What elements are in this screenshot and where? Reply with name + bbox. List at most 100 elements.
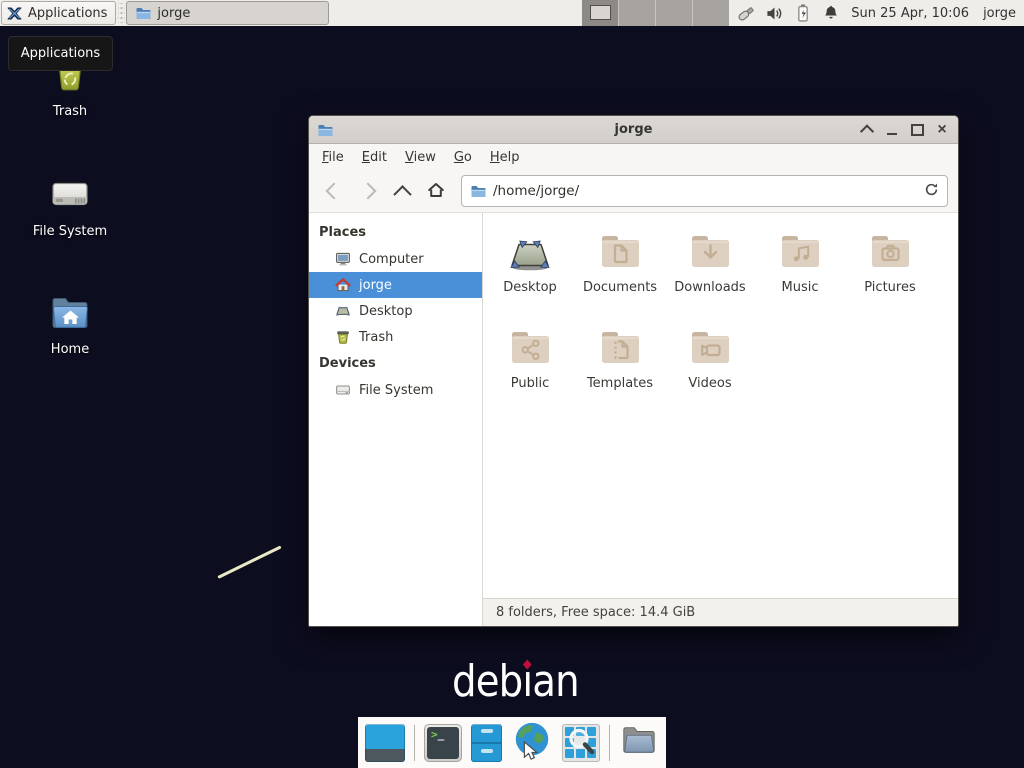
dock-item-separator [609, 725, 610, 761]
file-grid: Desktop Documents Downloads Music Pictures Pu… [483, 213, 958, 598]
username-label[interactable]: jorge [983, 6, 1016, 21]
dock-item-file-manager[interactable] [471, 724, 502, 762]
volume-icon[interactable] [765, 3, 784, 23]
sidebar-header-devices: Devices [309, 350, 482, 377]
toolbar: /home/jorge/ [309, 170, 958, 213]
file-item-label: Music [782, 280, 819, 295]
file-item-videos[interactable]: Videos [665, 323, 755, 419]
taskbar-window-button[interactable]: jorge [126, 1, 329, 25]
menu-file[interactable]: File [313, 146, 353, 169]
battery-icon[interactable] [793, 3, 812, 23]
file-item-label: Templates [587, 376, 653, 391]
back-button[interactable] [319, 176, 349, 206]
workspace-2[interactable] [619, 0, 656, 26]
titlebar[interactable]: jorge × [309, 116, 958, 144]
sidebar-item-desktop[interactable]: Desktop [309, 298, 482, 324]
menu-view[interactable]: View [396, 146, 445, 169]
path-folder-icon [470, 183, 486, 199]
terminal-icon: >_ [424, 724, 462, 762]
sidebar-item-file-system[interactable]: File System [309, 377, 482, 403]
top-panel: Applications jorge Sun 25 Apr, 10:06 jor… [0, 0, 1024, 26]
shade-button[interactable] [859, 121, 875, 139]
back-icon [326, 183, 343, 200]
taskbar-window-label: jorge [157, 6, 190, 21]
status-text: 8 folders, Free space: 14.4 GiB [496, 605, 695, 620]
file-item-templates[interactable]: Templates [575, 323, 665, 419]
reload-icon[interactable] [924, 182, 939, 201]
file-item-pictures[interactable]: Pictures [845, 227, 935, 323]
file-item-documents[interactable]: Documents [575, 227, 665, 323]
up-button[interactable] [387, 176, 417, 206]
show-desktop-icon [365, 724, 405, 762]
sidebar-item-label: jorge [359, 278, 392, 293]
file-item-desktop[interactable]: Desktop [485, 227, 575, 323]
dock: >_ [358, 717, 666, 768]
drive-mini-icon [335, 382, 351, 398]
dock-item-terminal[interactable]: >_ [424, 724, 462, 762]
maximize-icon [911, 124, 924, 136]
file-item-label: Pictures [864, 280, 915, 295]
dock-item-separator [414, 725, 415, 761]
folder-icon [776, 227, 824, 275]
home-folder-big-icon [46, 288, 94, 336]
file-manager-window: jorge × FileEditViewGoHelp /home/jorge/ … [308, 115, 959, 627]
clock[interactable]: Sun 25 Apr, 10:06 [851, 6, 969, 21]
path-input[interactable]: /home/jorge/ [493, 183, 917, 199]
dock-item-application-finder[interactable] [562, 724, 600, 762]
sidebar: PlacesComputer jorge Desktop Trash DevicesFi… [309, 213, 483, 626]
home-icon [426, 181, 446, 202]
folder-icon [619, 745, 659, 764]
close-icon: × [937, 122, 946, 138]
home-button[interactable] [421, 176, 451, 206]
dock-item-folder[interactable] [619, 722, 659, 764]
applications-tooltip-text: Applications [21, 46, 100, 61]
menu-go[interactable]: Go [445, 146, 481, 169]
maximize-button[interactable] [909, 121, 925, 139]
desktop-icon-home[interactable]: Home [10, 288, 130, 357]
desktop-icon-label: Trash [53, 104, 87, 119]
panel-drag-handle[interactable] [118, 3, 125, 23]
dock-item-web-browser[interactable] [511, 720, 553, 766]
file-item-downloads[interactable]: Downloads [665, 227, 755, 323]
file-item-public[interactable]: Public [485, 323, 575, 419]
file-item-label: Public [511, 376, 549, 391]
close-button[interactable]: × [934, 121, 950, 139]
sidebar-item-computer[interactable]: Computer [309, 246, 482, 272]
desktop: Applications jorge Sun 25 Apr, 10:06 jor… [0, 0, 1024, 768]
file-item-music[interactable]: Music [755, 227, 845, 323]
file-item-label: Videos [688, 376, 731, 391]
removable-media-icon[interactable] [737, 3, 756, 23]
sidebar-header-places: Places [309, 219, 482, 246]
folder-icon [135, 5, 151, 21]
applications-menu-label: Applications [28, 6, 107, 21]
sidebar-item-jorge[interactable]: jorge [309, 272, 482, 298]
path-bar[interactable]: /home/jorge/ [461, 175, 948, 207]
dock-item-show-desktop[interactable] [365, 724, 405, 762]
folder-icon [596, 323, 644, 371]
desktop-icon-label: File System [33, 224, 107, 239]
applications-menu-button[interactable]: Applications [1, 1, 116, 25]
forward-button[interactable] [353, 176, 383, 206]
workspace-1[interactable] [582, 0, 619, 26]
wordmark-post: an [532, 656, 579, 707]
desktop-icon-file-system[interactable]: File System [10, 170, 130, 239]
status-bar: 8 folders, Free space: 14.4 GiB [483, 598, 958, 626]
sidebar-item-trash[interactable]: Trash [309, 324, 482, 350]
web-browser-globe-icon [511, 747, 553, 766]
applications-tooltip: Applications [8, 36, 113, 71]
workspace-pager[interactable] [582, 0, 729, 26]
xfce-logo-icon [6, 5, 23, 22]
workspace-3[interactable] [656, 0, 693, 26]
file-item-label: Documents [583, 280, 657, 295]
minimize-button[interactable] [884, 121, 900, 139]
dock-separator [414, 725, 415, 761]
computer-icon [335, 251, 351, 267]
menu-edit[interactable]: Edit [353, 146, 396, 169]
forward-icon [360, 183, 377, 200]
menu-help[interactable]: Help [481, 146, 529, 169]
system-tray [737, 3, 840, 23]
workspace-4[interactable] [693, 0, 729, 26]
notifications-icon[interactable] [821, 3, 840, 23]
sidebar-item-label: Trash [359, 330, 393, 345]
folder-icon [686, 323, 734, 371]
